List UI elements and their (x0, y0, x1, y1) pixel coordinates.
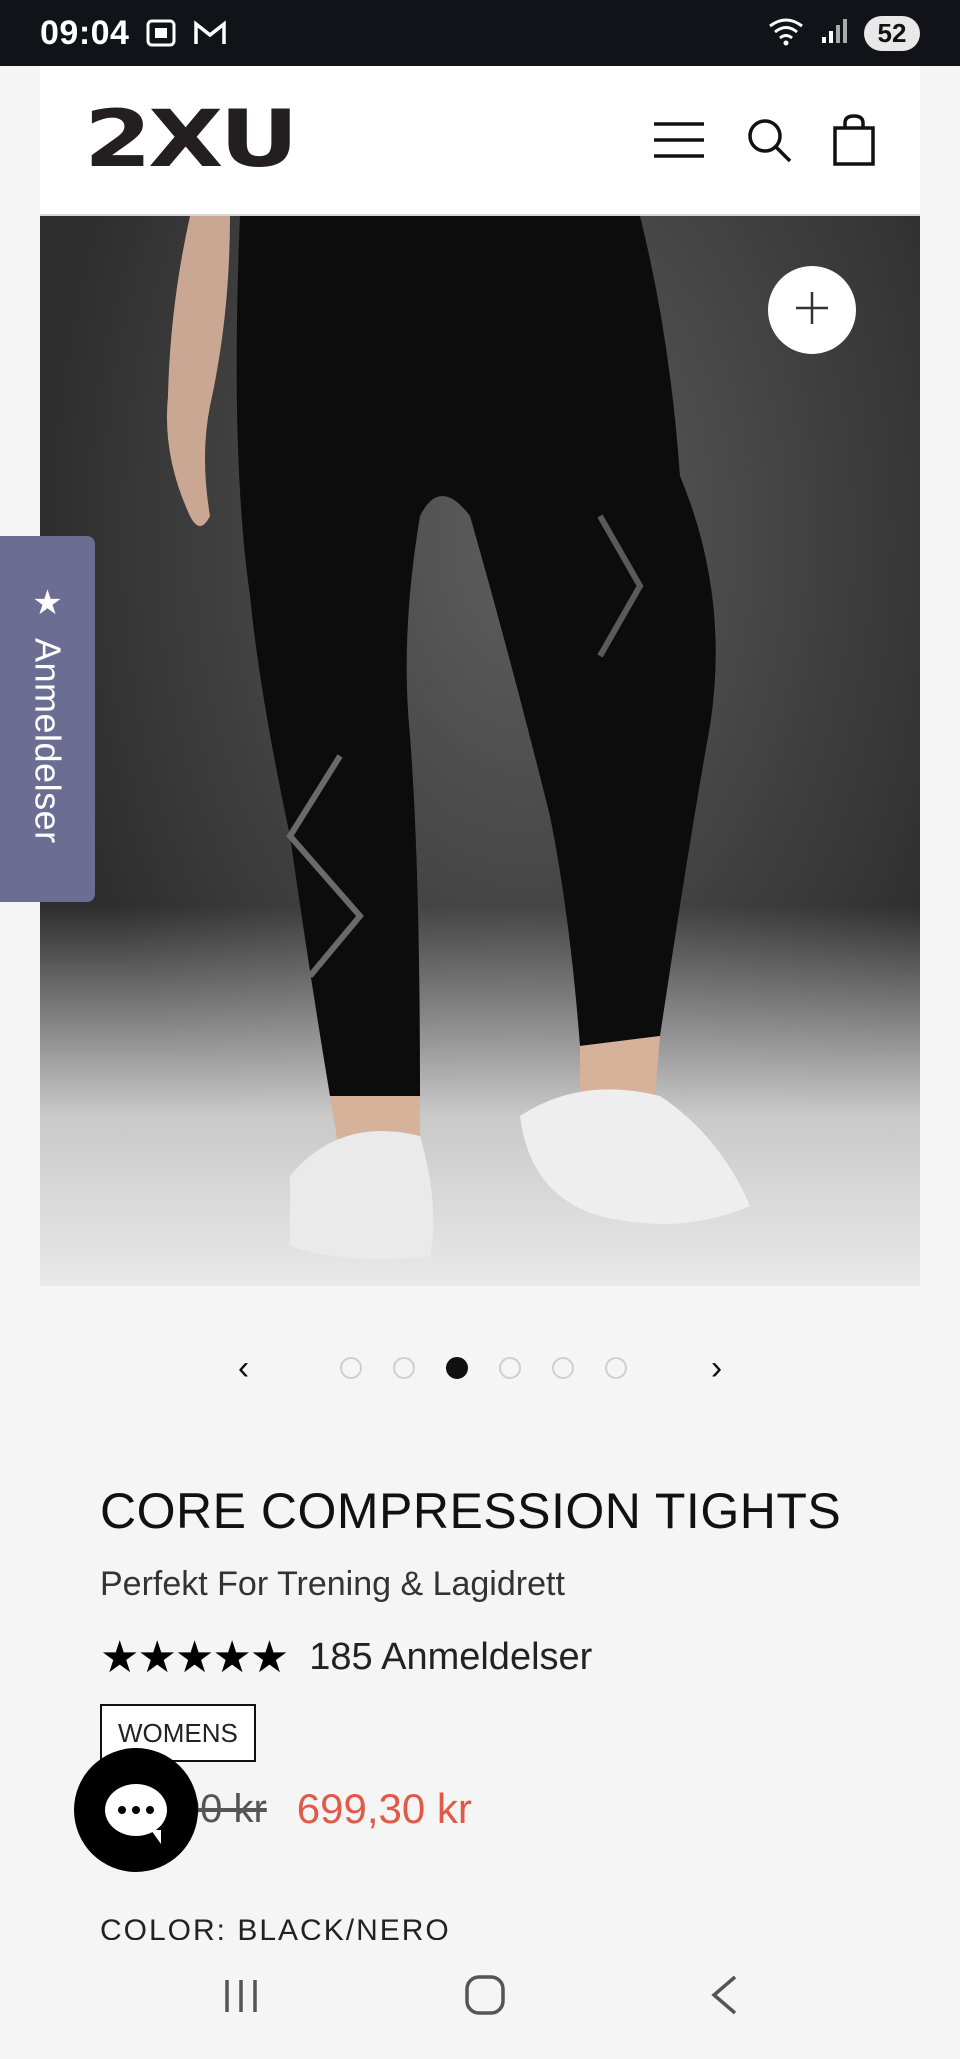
star-icon: ★ (32, 584, 63, 622)
next-image-button[interactable]: › (697, 1349, 737, 1388)
battery-indicator: 52 (864, 15, 920, 51)
carousel-dot[interactable] (339, 1357, 362, 1379)
status-bar: 09:04 52 (0, 0, 960, 66)
wifi-icon (766, 16, 806, 51)
product-image[interactable] (40, 216, 920, 1286)
gmail-icon (193, 20, 227, 46)
carousel-dot[interactable] (392, 1357, 415, 1379)
signal-icon (820, 17, 850, 50)
search-icon[interactable] (746, 117, 792, 163)
screenshot-icon (145, 18, 177, 48)
carousel-dots (339, 1357, 627, 1379)
carousel-dot[interactable] (604, 1357, 627, 1379)
carousel-dot-active[interactable] (445, 1357, 468, 1379)
system-navigation-bar (0, 1940, 960, 2059)
recents-button[interactable] (221, 1973, 261, 2027)
carousel-dot[interactable] (498, 1357, 521, 1379)
carousel-dot[interactable] (551, 1357, 574, 1379)
previous-image-button[interactable]: ‹ (224, 1349, 264, 1388)
reviews-side-tab[interactable]: ★ Anmeldelser (0, 536, 95, 902)
status-time: 09:04 (40, 13, 130, 52)
leggings-illustration (166, 216, 750, 1260)
product-rating[interactable]: ★★★★★ 185 Anmeldelser (100, 1632, 592, 1683)
color-label: COLOR: BLACK/NERO (100, 1914, 451, 1940)
home-button[interactable] (464, 1973, 506, 2027)
brand-logo[interactable]: 2XU (84, 95, 299, 185)
chat-button[interactable] (74, 1748, 198, 1872)
product-subtitle: Perfekt For Trening & Lagidrett (100, 1565, 565, 1603)
review-count[interactable]: 185 Anmeldelser (309, 1636, 592, 1679)
site-header: 2XU (40, 66, 920, 216)
menu-icon[interactable] (652, 120, 706, 160)
cart-icon[interactable] (832, 114, 876, 166)
back-button[interactable] (709, 1973, 739, 2027)
product-title: CORE COMPRESSION TIGHTS (100, 1483, 842, 1539)
chat-icon (105, 1784, 167, 1844)
sale-price: 699,30 kr (296, 1785, 472, 1832)
carousel-navigation: ‹ › (0, 1340, 960, 1396)
rating-stars: ★★★★★ (100, 1633, 289, 1682)
reviews-tab-label: Anmeldelser (27, 638, 69, 844)
zoom-button[interactable] (768, 266, 856, 354)
plus-icon (792, 288, 832, 333)
